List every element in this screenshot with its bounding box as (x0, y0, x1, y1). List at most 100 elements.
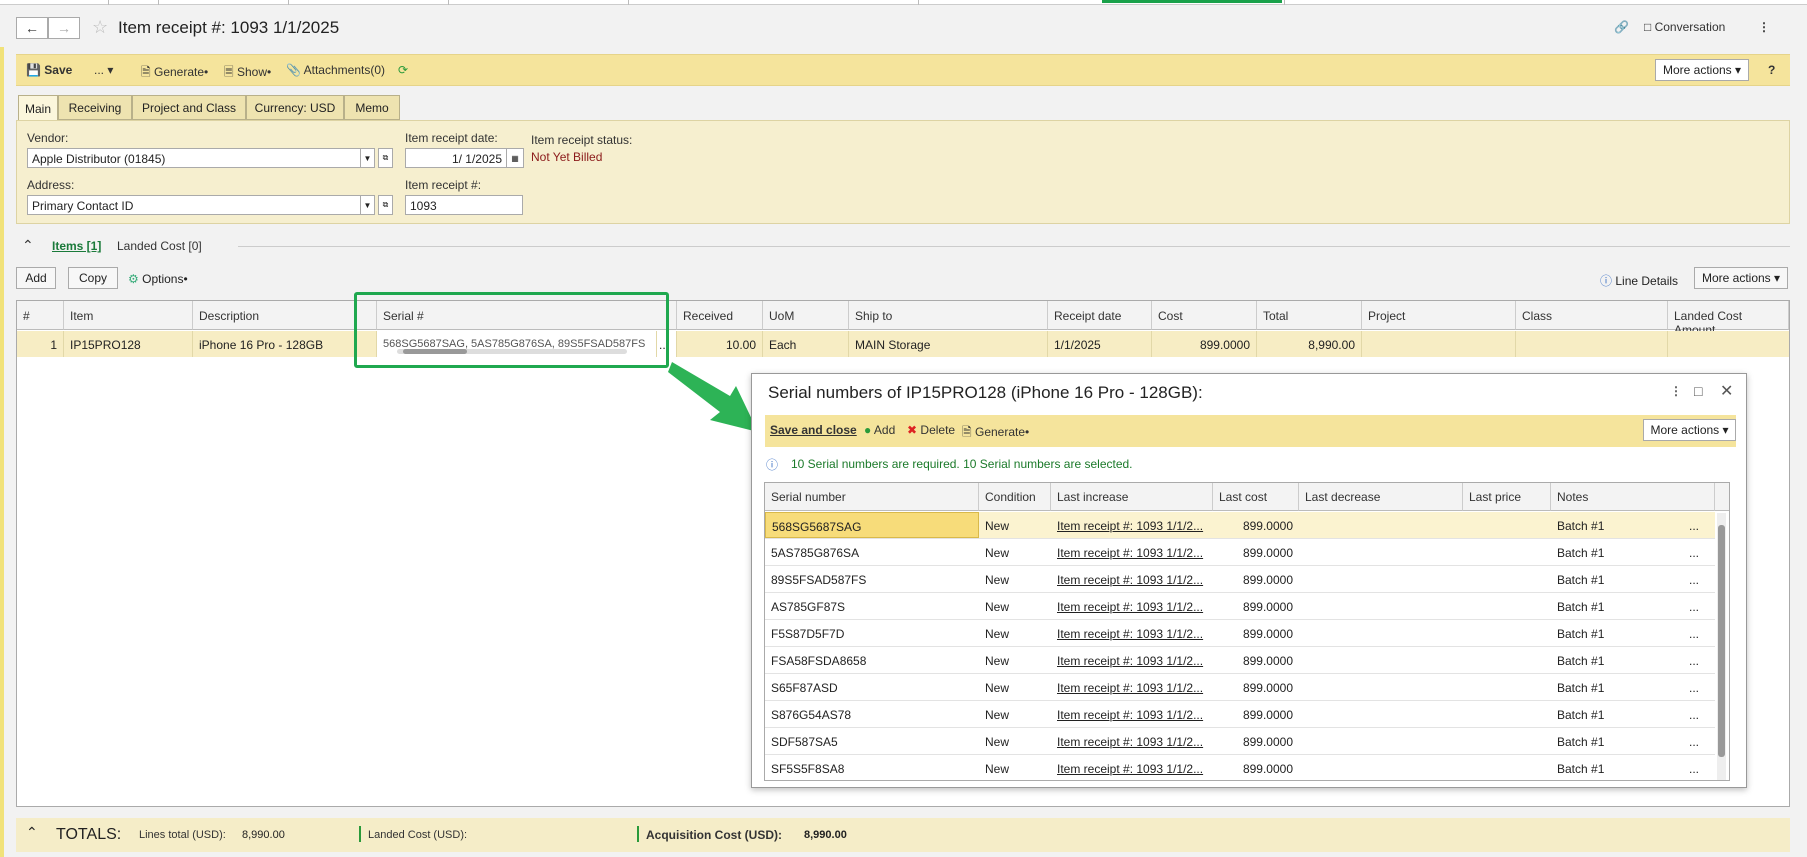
row-ellipsis-button[interactable]: ... (1683, 512, 1707, 538)
collapse-chevron-icon[interactable]: ⌃ (22, 237, 34, 254)
cell-last-price[interactable] (1463, 647, 1551, 673)
tab-main[interactable]: Main (18, 95, 58, 121)
cell-last-increase[interactable]: Item receipt #: 1093 1/1/2... (1051, 539, 1213, 565)
cell-last-price[interactable] (1463, 620, 1551, 646)
list-item[interactable]: 89S5FSAD587FS New Item receipt #: 1093 1/1… (765, 566, 1715, 593)
items-tab[interactable]: Items [1] (52, 239, 101, 253)
cell-last-decrease[interactable] (1299, 593, 1463, 619)
receipt-date-field[interactable]: 1/ 1/2025 (405, 148, 507, 168)
cell-serial-number[interactable]: 5AS785G876SA (765, 539, 979, 565)
row-ellipsis-button[interactable]: ... (1683, 728, 1707, 754)
list-item[interactable]: S876G54AS78 New Item receipt #: 1093 1/1/2… (765, 701, 1715, 728)
favorite-star-icon[interactable]: ☆ (92, 17, 108, 38)
cell-last-cost[interactable]: 899.0000 (1213, 755, 1299, 780)
cell-item[interactable]: IP15PRO128 (64, 331, 193, 357)
cell-class[interactable] (1516, 331, 1668, 357)
cell-last-cost[interactable]: 899.0000 (1213, 647, 1299, 673)
close-icon[interactable]: ✕ (1720, 381, 1733, 401)
cell-last-increase[interactable]: Item receipt #: 1093 1/1/2... (1051, 620, 1213, 646)
row-ellipsis-button[interactable]: ... (1683, 674, 1707, 700)
show-button[interactable]: 🗏 Show• (224, 63, 271, 84)
attachments-button[interactable]: 📎 Attachments(0) (286, 63, 385, 77)
cell-last-cost[interactable]: 899.0000 (1213, 512, 1299, 538)
line-details-button[interactable]: ⓘ Line Details (1600, 272, 1678, 289)
cell-notes[interactable]: Batch #1 (1551, 647, 1681, 673)
cell-last-cost[interactable]: 899.0000 (1213, 620, 1299, 646)
cell-serial-number[interactable]: F5S87D5F7D (765, 620, 979, 646)
cell-last-cost[interactable]: 899.0000 (1213, 728, 1299, 754)
col-header-notes[interactable]: Notes (1551, 483, 1715, 511)
cell-condition[interactable]: New (979, 620, 1051, 646)
cell-condition[interactable]: New (979, 512, 1051, 538)
landed-cost-tab[interactable]: Landed Cost [0] (117, 239, 202, 253)
cell-cost[interactable]: 899.0000 (1152, 331, 1257, 357)
cell-last-cost[interactable]: 899.0000 (1213, 593, 1299, 619)
cell-condition[interactable]: New (979, 539, 1051, 565)
dialog-generate-button[interactable]: 🗎 Generate• (962, 423, 1029, 444)
list-item[interactable]: SF5S5F8SA8 New Item receipt #: 1093 1/1/2.… (765, 755, 1715, 780)
col-header-description[interactable]: Description (193, 301, 377, 330)
vendor-open-icon[interactable]: ⧉ (378, 148, 393, 168)
cell-last-decrease[interactable] (1299, 647, 1463, 673)
col-header-num[interactable]: # (17, 301, 64, 330)
options-button[interactable]: ⚙ Options• (128, 272, 188, 286)
cell-serial-number[interactable]: 568SG5687SAG (765, 512, 979, 538)
row-ellipsis-button[interactable]: ... (1683, 620, 1707, 646)
cell-serial-number[interactable]: AS785GF87S (765, 593, 979, 619)
cell-last-increase[interactable]: Item receipt #: 1093 1/1/2... (1051, 593, 1213, 619)
col-header-receipt-date[interactable]: Receipt date (1048, 301, 1152, 330)
list-item[interactable]: FSA58FSDA8658 New Item receipt #: 1093 1/1… (765, 647, 1715, 674)
cell-notes[interactable]: Batch #1 (1551, 512, 1681, 538)
cell-condition[interactable]: New (979, 593, 1051, 619)
row-ellipsis-button[interactable]: ... (1683, 701, 1707, 727)
back-arrow-icon[interactable]: ← (16, 17, 48, 39)
totals-collapse-icon[interactable]: ⌃ (26, 824, 38, 841)
list-item[interactable]: AS785GF87S New Item receipt #: 1093 1/1/2.… (765, 593, 1715, 620)
cell-condition[interactable]: New (979, 755, 1051, 780)
cell-last-increase[interactable]: Item receipt #: 1093 1/1/2... (1051, 647, 1213, 673)
cell-last-price[interactable] (1463, 593, 1551, 619)
cell-condition[interactable]: New (979, 674, 1051, 700)
cell-last-increase[interactable]: Item receipt #: 1093 1/1/2... (1051, 674, 1213, 700)
cell-last-price[interactable] (1463, 755, 1551, 780)
cell-serial-number[interactable]: FSA58FSDA8658 (765, 647, 979, 673)
col-header-condition[interactable]: Condition (979, 483, 1051, 511)
tab-memo[interactable]: Memo (344, 95, 400, 120)
address-field[interactable]: Primary Contact ID (27, 195, 361, 215)
cell-notes[interactable]: Batch #1 (1551, 674, 1681, 700)
conversation-button[interactable]: □ Conversation (1644, 20, 1725, 34)
calendar-icon[interactable]: ▦ (506, 148, 524, 168)
cell-last-increase[interactable]: Item receipt #: 1093 1/1/2... (1051, 512, 1213, 538)
cell-condition[interactable]: New (979, 566, 1051, 592)
vendor-dropdown-icon[interactable]: ▼ (360, 148, 375, 168)
cell-received[interactable]: 10.00 (677, 331, 763, 357)
row-ellipsis-button[interactable]: ... (1683, 647, 1707, 673)
cell-last-decrease[interactable] (1299, 512, 1463, 538)
col-header-last-cost[interactable]: Last cost (1213, 483, 1299, 511)
address-open-icon[interactable]: ⧉ (378, 195, 393, 215)
cell-last-increase[interactable]: Item receipt #: 1093 1/1/2... (1051, 728, 1213, 754)
vendor-field[interactable]: Apple Distributor (01845) (27, 148, 361, 168)
cell-receipt-date[interactable]: 1/1/2025 (1048, 331, 1152, 357)
cell-serial-number[interactable]: 89S5FSAD587FS (765, 566, 979, 592)
tab-receiving[interactable]: Receiving (58, 95, 132, 120)
save-and-close-button[interactable]: Save and close (770, 423, 857, 437)
col-header-total[interactable]: Total (1257, 301, 1362, 330)
cell-last-cost[interactable]: 899.0000 (1213, 539, 1299, 565)
cell-last-decrease[interactable] (1299, 701, 1463, 727)
dialog-add-button[interactable]: ● Add (864, 423, 895, 437)
cell-last-price[interactable] (1463, 674, 1551, 700)
list-item[interactable]: SDF587SA5 New Item receipt #: 1093 1/1/2..… (765, 728, 1715, 755)
cell-notes[interactable]: Batch #1 (1551, 755, 1681, 780)
top-tab-active[interactable] (1102, 0, 1282, 3)
cell-condition[interactable]: New (979, 701, 1051, 727)
cell-serial-number[interactable]: SF5S5F8SA8 (765, 755, 979, 780)
cell-last-decrease[interactable] (1299, 620, 1463, 646)
col-header-project[interactable]: Project (1362, 301, 1516, 330)
col-header-last-decrease[interactable]: Last decrease (1299, 483, 1463, 511)
dialog-delete-button[interactable]: ✖ Delete (907, 423, 955, 437)
cell-last-cost[interactable]: 899.0000 (1213, 701, 1299, 727)
grid-more-actions-button[interactable]: More actions ▾ (1694, 267, 1788, 289)
cell-last-cost[interactable]: 899.0000 (1213, 674, 1299, 700)
col-header-landed-cost[interactable]: Landed Cost Amount (1668, 301, 1789, 337)
